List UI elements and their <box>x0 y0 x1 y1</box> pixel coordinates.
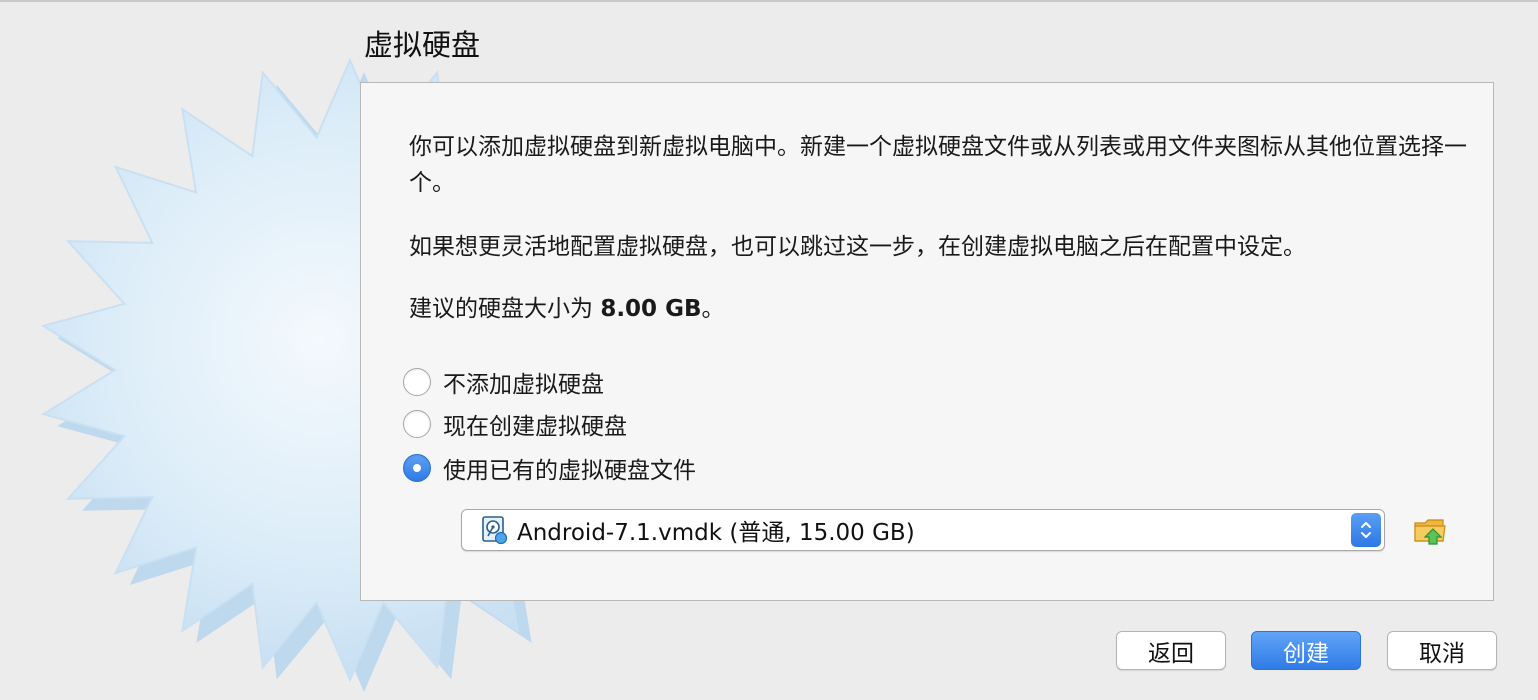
hint-text: 如果想更灵活地配置虚拟硬盘，也可以跳过这一步，在创建虚拟电脑之后在配置中设定。 <box>409 234 1306 260</box>
radio-button[interactable] <box>403 368 431 396</box>
folder-icon <box>1414 519 1446 545</box>
recommended-size-value: 8.00 GB <box>600 296 702 322</box>
radio-button-selected[interactable] <box>403 454 431 482</box>
choose-disk-file-button[interactable] <box>1411 513 1449 549</box>
dropdown-value: Android-7.1.vmdk (普通, 15.00 GB) <box>517 520 915 546</box>
recommended-size-prefix: 建议的硬盘大小为 <box>409 296 601 322</box>
option-existing-disk[interactable]: 使用已有的虚拟硬盘文件 <box>403 452 696 484</box>
option-create-disk[interactable]: 现在创建虚拟硬盘 <box>403 408 627 440</box>
recommended-size-suffix: 。 <box>701 296 725 322</box>
back-button[interactable]: 返回 <box>1116 631 1226 670</box>
create-button[interactable]: 创建 <box>1251 631 1361 670</box>
hard-disk-icon <box>482 516 508 545</box>
window-top-border <box>0 0 1538 2</box>
cancel-button[interactable]: 取消 <box>1387 631 1497 670</box>
radio-label: 现在创建虚拟硬盘 <box>443 414 627 440</box>
radio-button[interactable] <box>403 410 431 438</box>
content-panel: 你可以添加虚拟硬盘到新虚拟电脑中。新建一个虚拟硬盘文件或从列表或用文件夹图标从其… <box>360 82 1494 601</box>
recommended-size-text: 建议的硬盘大小为 8.00 GB。 <box>409 291 724 327</box>
existing-disk-dropdown[interactable]: Android-7.1.vmdk (普通, 15.00 GB) <box>461 509 1385 551</box>
radio-label: 使用已有的虚拟硬盘文件 <box>443 458 696 484</box>
page-title: 虚拟硬盘 <box>364 28 481 62</box>
option-no-disk[interactable]: 不添加虚拟硬盘 <box>403 366 604 398</box>
radio-label: 不添加虚拟硬盘 <box>443 372 604 398</box>
chevron-updown-icon[interactable] <box>1351 513 1381 547</box>
description-text: 你可以添加虚拟硬盘到新虚拟电脑中。新建一个虚拟硬盘文件或从列表或用文件夹图标从其… <box>409 134 1467 196</box>
